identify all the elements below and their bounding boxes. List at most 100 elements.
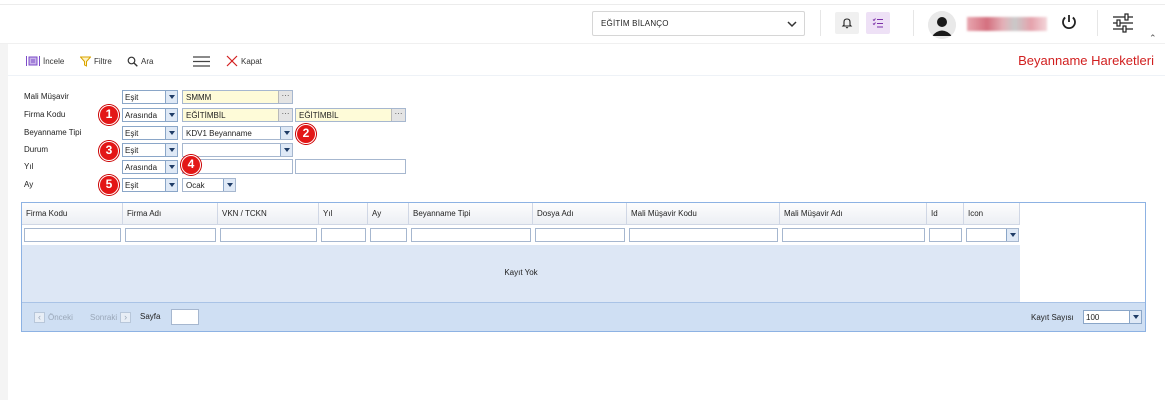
- column-header[interactable]: Yıl: [319, 203, 368, 225]
- durum-operator[interactable]: Eşit: [122, 143, 178, 157]
- column-header[interactable]: Mali Müşavir Kodu: [627, 203, 780, 225]
- yil-to-input[interactable]: [295, 159, 406, 174]
- page-number-input[interactable]: [171, 309, 199, 325]
- firma-kodu-from-value: EĞİTİMBİL: [186, 111, 226, 120]
- column-header[interactable]: VKN / TCKN: [218, 203, 319, 225]
- settings-sliders-icon[interactable]: [1112, 12, 1134, 34]
- dropdown-arrow-icon[interactable]: [165, 179, 177, 191]
- beyanname-tipi-operator[interactable]: Eşit: [122, 126, 178, 140]
- firma-kodu-from-input[interactable]: EĞİTİMBİL ···: [182, 108, 293, 122]
- user-avatar-icon: [928, 11, 956, 39]
- dropdown-arrow-icon[interactable]: [280, 144, 292, 156]
- ay-operator[interactable]: Eşit: [122, 178, 178, 192]
- dropdown-arrow-icon[interactable]: [165, 161, 177, 173]
- dropdown-arrow-icon[interactable]: [165, 144, 177, 156]
- column-filter-select[interactable]: [966, 228, 1019, 242]
- divider: [913, 10, 914, 36]
- annotation-badge: 2: [296, 124, 316, 144]
- dropdown-arrow-icon[interactable]: [1006, 229, 1018, 241]
- lookup-button[interactable]: ···: [391, 109, 405, 121]
- grid-pager: ‹ Önceki Sonraki › Sayfa Kayıt Sayısı 10…: [22, 302, 1145, 331]
- mali-musavir-input[interactable]: SMMM ···: [182, 90, 293, 104]
- operator-value: Arasında: [125, 111, 158, 120]
- user-avatar[interactable]: [928, 11, 956, 39]
- operator-value: Arasında: [125, 163, 158, 172]
- notifications-button[interactable]: [835, 12, 859, 34]
- dropdown-arrow-icon[interactable]: [165, 127, 177, 139]
- dropdown-arrow-icon[interactable]: [165, 91, 177, 103]
- filter-icon: [80, 56, 91, 67]
- ara-button[interactable]: Ara: [127, 54, 153, 68]
- beyanname-tipi-label: Beyanname Tipi: [24, 128, 82, 137]
- user-name-redacted: [967, 17, 1047, 31]
- filtre-button[interactable]: Filtre: [80, 54, 112, 68]
- durum-select[interactable]: [182, 143, 293, 157]
- dropdown-arrow-icon[interactable]: [1129, 311, 1141, 323]
- firma-kodu-operator[interactable]: Arasında: [122, 108, 178, 122]
- column-filter-input[interactable]: [629, 228, 778, 242]
- operator-value: Eşit: [125, 93, 139, 102]
- lookup-button[interactable]: ···: [278, 91, 292, 103]
- kapat-button[interactable]: Kapat: [226, 54, 262, 68]
- task-list-icon: [872, 18, 883, 28]
- column-header[interactable]: Firma Adı: [123, 203, 218, 225]
- column-filter-input[interactable]: [220, 228, 317, 242]
- column-filter-input[interactable]: [411, 228, 531, 242]
- dropdown-arrow-icon[interactable]: [165, 109, 177, 121]
- annotation-badge: 5: [99, 175, 119, 195]
- prev-label: Önceki: [48, 313, 73, 322]
- tasks-button[interactable]: [866, 12, 890, 34]
- incele-button[interactable]: İncele: [26, 54, 64, 68]
- column-filter-input[interactable]: [24, 228, 121, 242]
- power-icon[interactable]: [1060, 13, 1078, 31]
- grid-body: Kayıt Yok: [22, 245, 1020, 302]
- record-count-label: Kayıt Sayısı: [1031, 313, 1074, 322]
- column-header[interactable]: Mali Müşavir Adı: [780, 203, 927, 225]
- column-header[interactable]: Firma Kodu: [22, 203, 123, 225]
- chevron-left-icon: ‹: [34, 312, 45, 323]
- app-root: EĞİTİM BİLANÇO ⌃ İncele Filtre Ara Kapat…: [0, 0, 1165, 400]
- ay-select[interactable]: Ocak: [182, 178, 236, 192]
- company-select[interactable]: EĞİTİM BİLANÇO: [592, 11, 805, 36]
- annotation-badge: 1: [99, 105, 119, 125]
- column-header[interactable]: Dosya Adı: [533, 203, 627, 225]
- collapse-header-button[interactable]: ⌃: [1149, 33, 1157, 44]
- ay-value: Ocak: [186, 181, 205, 190]
- operator-value: Eşit: [125, 146, 139, 155]
- mali-musavir-operator[interactable]: Eşit: [122, 90, 178, 104]
- firma-kodu-to-input[interactable]: EĞİTİMBİL ···: [295, 108, 406, 122]
- grid-filter-row: [22, 225, 1020, 245]
- annotation-badge: 4: [181, 155, 201, 175]
- dropdown-arrow-icon[interactable]: [280, 127, 292, 139]
- column-filter-input[interactable]: [929, 228, 962, 242]
- next-page-button[interactable]: Sonraki ›: [90, 312, 132, 323]
- mali-musavir-value: SMMM: [186, 93, 212, 102]
- column-header[interactable]: Icon: [964, 203, 1020, 225]
- column-filter-input[interactable]: [321, 228, 366, 242]
- yil-operator[interactable]: Arasında: [122, 160, 178, 174]
- menu-button[interactable]: [193, 54, 210, 68]
- close-icon: [226, 55, 238, 67]
- lookup-button[interactable]: ···: [278, 109, 292, 121]
- next-label: Sonraki: [90, 313, 118, 322]
- column-header[interactable]: Ay: [368, 203, 409, 225]
- dropdown-arrow-icon[interactable]: [223, 179, 235, 191]
- column-filter-input[interactable]: [782, 228, 925, 242]
- menu-icon: [193, 55, 210, 67]
- page-size-select[interactable]: 100: [1083, 310, 1142, 324]
- column-header[interactable]: Beyanname Tipi: [409, 203, 533, 225]
- top-bar: EĞİTİM BİLANÇO ⌃: [0, 0, 1165, 44]
- toolbar: İncele Filtre Ara Kapat Beyanname Hareke…: [8, 46, 1165, 76]
- chevron-down-icon: [787, 21, 797, 28]
- column-header[interactable]: Id: [927, 203, 964, 225]
- ara-label: Ara: [141, 56, 154, 66]
- prev-page-button[interactable]: ‹ Önceki: [34, 312, 73, 323]
- column-filter-input[interactable]: [125, 228, 216, 242]
- annotation-badge: 3: [99, 141, 119, 161]
- company-select-value: EĞİTİM BİLANÇO: [601, 19, 669, 28]
- column-filter-input[interactable]: [370, 228, 407, 242]
- search-icon: [127, 56, 138, 67]
- beyanname-tipi-select[interactable]: KDV1 Beyanname: [182, 126, 293, 140]
- incele-label: İncele: [43, 56, 65, 66]
- column-filter-input[interactable]: [535, 228, 625, 242]
